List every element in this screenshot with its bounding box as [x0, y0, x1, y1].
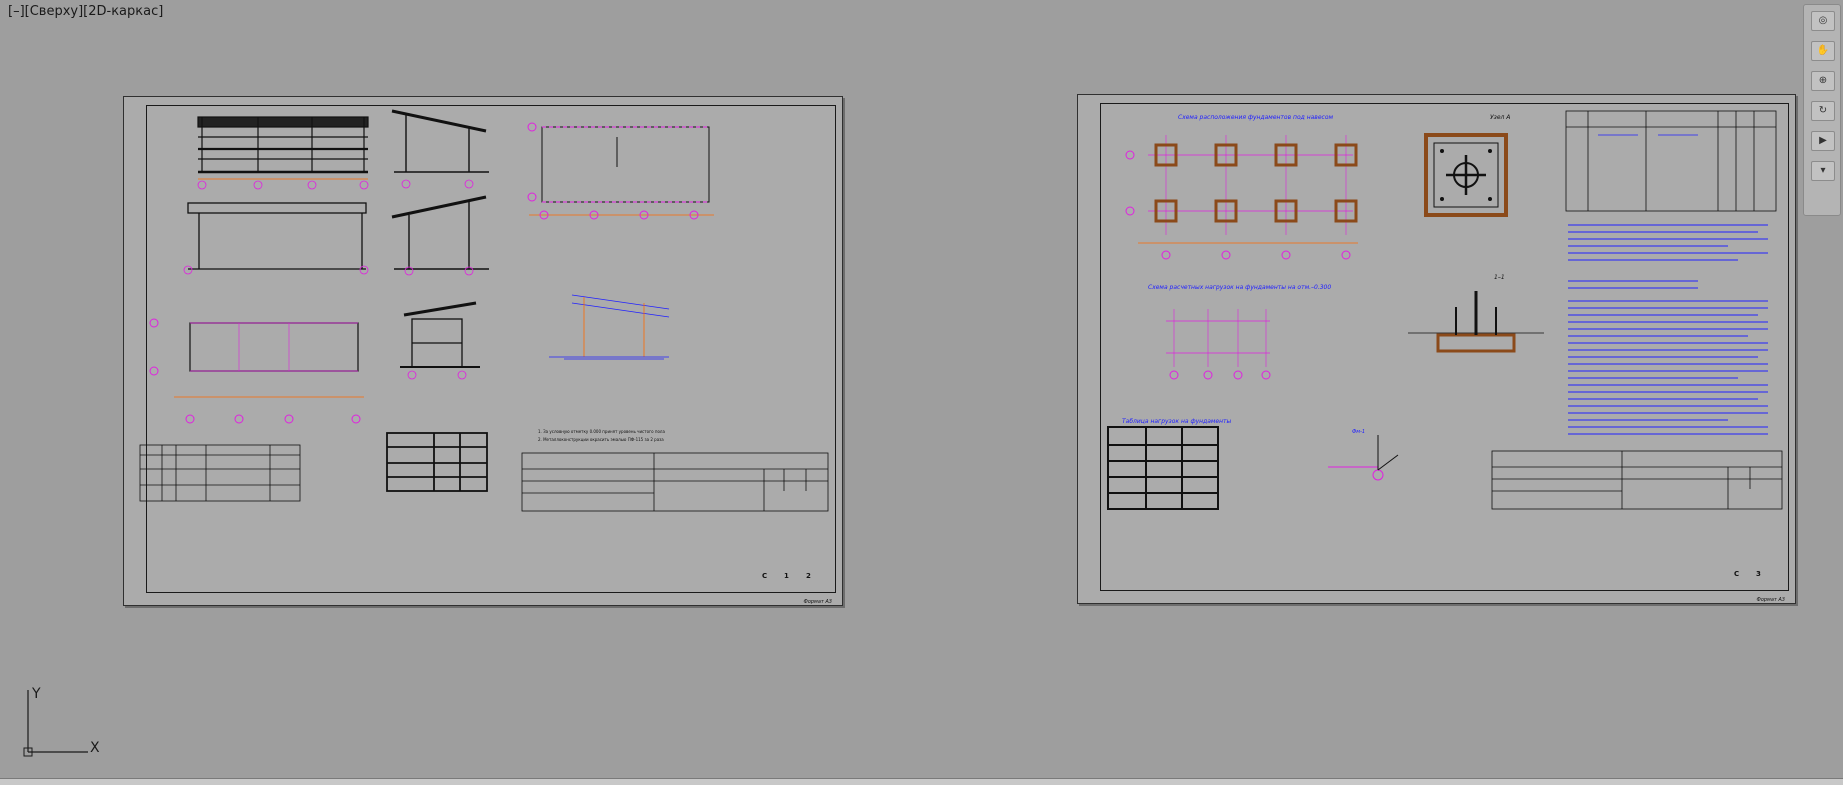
loads-scheme-right — [1166, 309, 1271, 380]
foundation-plan — [1125, 135, 1358, 260]
load-table-title: Таблица нагрузок на фундаменты — [1122, 418, 1232, 425]
sheet-stage: С — [1734, 570, 1740, 578]
plan-0000 — [149, 318, 364, 424]
finish-table — [139, 444, 301, 502]
facade-1-4 — [197, 116, 369, 174]
zoom-icon[interactable]: ⊕ — [1811, 71, 1835, 91]
ucs-y-label: Y — [31, 686, 41, 702]
plan-title: Схема расположения фундаментов под навес… — [1178, 114, 1333, 121]
drawing-left: 1. За условную отметку 0.000 принят уров… — [139, 109, 829, 512]
ucs-icon: Y X — [23, 686, 100, 757]
loads-title: Схема расчетных нагрузок на фундаменты н… — [1148, 284, 1331, 291]
section-title: 1–1 — [1494, 274, 1505, 281]
showmotion-icon[interactable]: ▶ — [1811, 131, 1835, 151]
navigation-bar[interactable]: ◎ ✋ ⊕ ↻ ▶ ▾ — [1803, 4, 1841, 216]
layout-sheet-left[interactable]: 1. За условную отметку 0.000 принят уров… — [123, 96, 843, 606]
node-a-detail — [1424, 133, 1508, 217]
nav-options-icon[interactable]: ▾ — [1811, 161, 1835, 181]
sheet-stage: С — [762, 572, 768, 580]
sheet-number: 3 — [1756, 570, 1761, 578]
section-1-1-right — [1408, 291, 1544, 353]
orbit-icon[interactable]: ↻ — [1811, 101, 1835, 121]
general-notes — [1568, 224, 1768, 435]
section-1-2 — [400, 301, 480, 368]
pan-icon[interactable]: ✋ — [1811, 41, 1835, 61]
status-bar[interactable] — [0, 778, 1843, 785]
sheet-number: 1 — [784, 572, 789, 580]
roof-plan — [527, 122, 714, 220]
spec-table — [386, 432, 488, 492]
load-table — [1107, 426, 1219, 510]
load-scheme — [549, 294, 670, 360]
node-title: Узел А — [1490, 114, 1510, 121]
svg-text:2. Металлоконструкции окрасить: 2. Металлоконструкции окрасить эмалью ПФ… — [538, 437, 664, 442]
sheet-format-left: Формат А3 — [803, 599, 832, 605]
svg-text:1. За условную отметку 0.000 п: 1. За условную отметку 0.000 принят уров… — [538, 429, 665, 434]
viewport-controls-label[interactable]: [–][Сверху][2D-каркас] — [8, 4, 163, 19]
drawing-right: Схема расположения фундаментов под навес… — [1107, 110, 1783, 510]
ucs-x-label: X — [90, 740, 100, 756]
sheet-count: 2 — [806, 572, 811, 580]
sheet-format-right: Формат А3 — [1756, 597, 1785, 603]
section-view-1 — [391, 109, 489, 173]
layout-sheet-right[interactable]: Схема расположения фундаментов под навес… — [1077, 94, 1796, 604]
fm1-load-scheme — [1328, 435, 1399, 481]
title-block-left — [521, 452, 829, 512]
title-block-right — [1491, 450, 1783, 510]
spec-table-right — [1565, 110, 1777, 212]
legend-fm1: Фм-1 — [1352, 429, 1365, 435]
steering-wheel-icon[interactable]: ◎ — [1811, 11, 1835, 31]
facade-4-1 — [187, 202, 367, 270]
